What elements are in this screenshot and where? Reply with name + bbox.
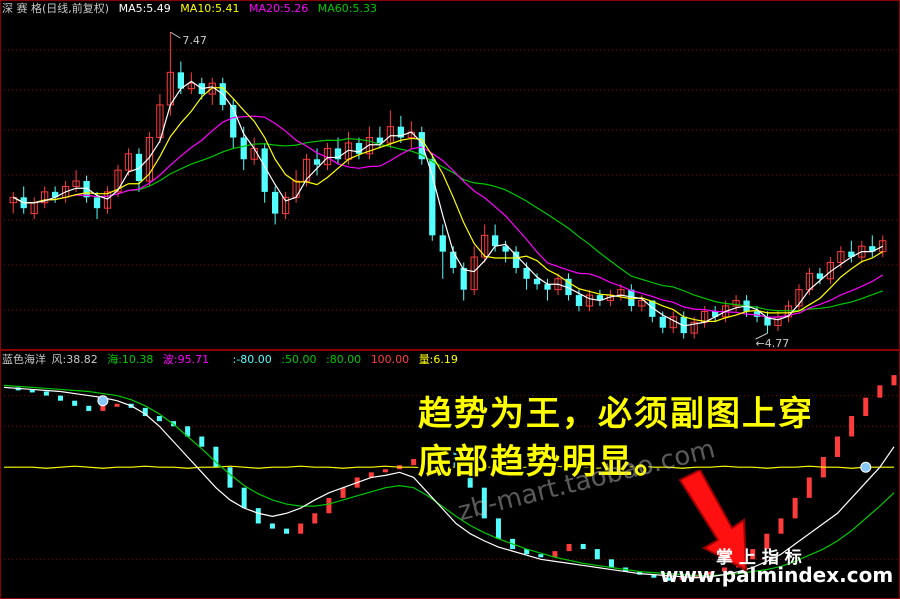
candle-body xyxy=(659,316,666,328)
candle-body xyxy=(450,251,457,268)
feng-value: 风:38.82 xyxy=(51,353,98,366)
ma5-label: MA5:5.49 xyxy=(118,2,171,15)
feng-bar xyxy=(72,400,78,406)
candle-body xyxy=(177,72,184,89)
candle-body xyxy=(439,235,446,252)
candle-body xyxy=(544,284,551,290)
feng-bar xyxy=(227,467,233,488)
low-price-label: ←4.77 xyxy=(756,337,790,350)
hai-value: 海:10.38 xyxy=(107,353,154,366)
candle-body xyxy=(135,153,143,181)
feng-bar xyxy=(298,523,304,534)
feng-bar xyxy=(340,487,346,498)
candle-body xyxy=(313,159,321,165)
high-marker xyxy=(170,31,181,39)
indicator-name: 蓝色海洋 xyxy=(2,353,46,366)
feng-bar xyxy=(156,416,162,422)
annotation-line-1: 趋势为王，必须副图上穿 xyxy=(418,394,814,434)
feng-bar xyxy=(255,508,261,524)
main-price-chart: 7.47 ←4.77 xyxy=(0,0,900,350)
stock-title: 深 赛 格(日线,前复权) xyxy=(2,2,110,15)
candle-body xyxy=(533,278,541,285)
high-price-label: 7.47 xyxy=(182,34,207,47)
site-label: www.palmindex.com xyxy=(660,563,894,587)
feng-bar xyxy=(269,523,275,529)
ma20-label: MA20:5.26 xyxy=(249,2,309,15)
feng-bar xyxy=(863,397,869,417)
bo-value: 波:95.71 xyxy=(162,353,210,366)
ma20-line xyxy=(12,115,884,318)
sub-header: 蓝色海洋 风:38.82 海:10.38 波:95.71 :-80.00 :50… xyxy=(2,353,464,367)
candle-body xyxy=(272,191,279,214)
candle-body xyxy=(240,137,247,160)
feng-bar xyxy=(43,391,49,396)
ma10-label: MA10:5.41 xyxy=(180,2,240,15)
feng-bar xyxy=(199,436,205,447)
feng-bar xyxy=(495,518,501,539)
cross-marker-icon xyxy=(97,395,109,407)
feng-bar xyxy=(241,487,247,509)
level-3: :80.00 xyxy=(325,353,362,366)
feng-bar xyxy=(326,497,332,514)
feng-bar xyxy=(806,477,812,498)
chart-stage: 7.47 ←4.77 深 赛 格(日线,前复权) MA5:5.49 MA10:5.… xyxy=(0,0,900,599)
feng-bar xyxy=(382,469,388,473)
candle-body xyxy=(512,251,520,268)
candle-body xyxy=(492,235,499,247)
feng-bar xyxy=(114,403,120,407)
feng-bar xyxy=(538,554,544,558)
feng-bar xyxy=(100,405,106,411)
ma60-line xyxy=(12,138,883,312)
candle-body xyxy=(575,295,583,306)
candle-body xyxy=(460,267,467,290)
feng-bar xyxy=(877,385,883,398)
main-header: 深 赛 格(日线,前复权) MA5:5.49 MA10:5.41 MA20:5.… xyxy=(2,2,383,16)
feng-bar xyxy=(58,395,64,401)
candle-body xyxy=(523,267,530,279)
level-4: 100.00 xyxy=(370,353,410,366)
feng-bar xyxy=(891,375,897,386)
feng-bar xyxy=(580,543,586,550)
level-1: :-80.00 xyxy=(232,353,272,366)
feng-bar xyxy=(608,559,614,568)
feng-bar xyxy=(284,528,290,534)
feng-bar xyxy=(849,416,855,437)
feng-bar xyxy=(411,459,417,466)
ma60-label: MA60:5.33 xyxy=(317,2,377,15)
ma5-line xyxy=(12,80,884,327)
feng-bar xyxy=(566,543,572,552)
feng-bar xyxy=(312,513,318,524)
feng-bar xyxy=(594,549,600,560)
volume-value: 量:6.19 xyxy=(418,353,458,366)
feng-bar xyxy=(834,436,840,457)
cross-marker-icon xyxy=(860,461,872,473)
feng-bar xyxy=(792,497,798,519)
candle-body xyxy=(93,197,101,209)
ma10-line xyxy=(12,87,884,322)
feng-bar xyxy=(86,405,92,411)
level-2: :50.00 xyxy=(281,353,317,366)
